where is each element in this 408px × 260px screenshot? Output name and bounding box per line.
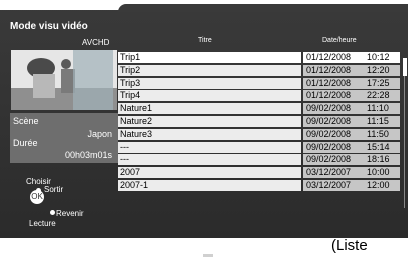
row-time: 11:50 bbox=[365, 128, 400, 140]
duration-label: Durée bbox=[13, 138, 38, 148]
table-row[interactable]: Trip2 01/12/2008 12:20 bbox=[118, 64, 400, 76]
mode-title: Mode visu vidéo bbox=[10, 21, 88, 32]
row-time: 15:14 bbox=[365, 141, 400, 153]
row-date: 01/12/2008 bbox=[303, 64, 365, 76]
video-mode-screen: Mode visu vidéo AVCHD Scène Japon Durée … bbox=[0, 0, 408, 238]
row-date: 09/02/2008 bbox=[303, 103, 365, 115]
row-date: 09/02/2008 bbox=[303, 141, 365, 153]
row-title: Trip1 bbox=[118, 52, 301, 63]
row-time: 17:25 bbox=[365, 77, 400, 89]
row-time: 10:00 bbox=[365, 167, 400, 179]
row-title: Nature3 bbox=[118, 128, 301, 140]
row-date: 09/02/2008 bbox=[303, 154, 365, 166]
row-date: 01/12/2008 bbox=[303, 52, 365, 63]
row-date: 01/12/2008 bbox=[303, 77, 365, 89]
duration-value: 00h03m01s bbox=[64, 150, 112, 160]
scroll-thumb[interactable] bbox=[403, 58, 407, 76]
row-title: --- bbox=[118, 141, 301, 153]
row-time: 10:12 bbox=[365, 52, 400, 63]
row-time: 12:00 bbox=[365, 179, 400, 191]
row-title: Nature1 bbox=[118, 103, 301, 115]
nav-play-label: Lecture bbox=[29, 219, 56, 228]
table-header: Titre Date/heure bbox=[118, 37, 400, 52]
row-date: 03/12/2007 bbox=[303, 167, 365, 179]
table-row[interactable]: Trip3 01/12/2008 17:25 bbox=[118, 77, 400, 89]
table-row[interactable]: 2007-1 03/12/2007 12:00 bbox=[118, 179, 400, 191]
table-row[interactable]: Nature2 09/02/2008 11:15 bbox=[118, 115, 400, 127]
row-title: Trip4 bbox=[118, 90, 301, 102]
format-badge: AVCHD bbox=[82, 38, 110, 47]
scene-info: Scène Japon Durée 00h03m01s bbox=[10, 113, 118, 163]
nav-exit-label: Sortir bbox=[44, 185, 64, 194]
row-title: --- bbox=[118, 154, 301, 166]
scene-value: Japon bbox=[87, 129, 112, 139]
row-date: 09/02/2008 bbox=[303, 115, 365, 127]
row-title: 2007 bbox=[118, 167, 301, 179]
scene-table: Titre Date/heure Trip1 01/12/2008 10:12 Tri… bbox=[118, 37, 400, 193]
page-caption: (Liste bbox=[331, 237, 368, 254]
row-title: 2007-1 bbox=[118, 179, 301, 191]
row-date: 01/12/2008 bbox=[303, 90, 365, 102]
table-rows: Trip1 01/12/2008 10:12 Trip2 01/12/2008 12:20… bbox=[118, 52, 400, 191]
nav-guide: Choisir Sortir OK Revenir Lecture bbox=[6, 172, 116, 232]
table-row[interactable]: --- 09/02/2008 18:16 bbox=[118, 154, 400, 166]
list-tab bbox=[118, 4, 408, 12]
revenir-dot-icon bbox=[50, 210, 55, 215]
scrollbar[interactable] bbox=[403, 58, 408, 208]
top-band bbox=[0, 0, 408, 12]
row-date: 03/12/2007 bbox=[303, 179, 365, 191]
table-row[interactable]: 2007 03/12/2007 10:00 bbox=[118, 167, 400, 179]
table-row[interactable]: Nature1 09/02/2008 11:10 bbox=[118, 103, 400, 115]
page-mark bbox=[203, 254, 213, 257]
column-title: Titre bbox=[198, 37, 212, 44]
dpad-ok-icon[interactable]: OK bbox=[30, 190, 44, 204]
scroll-track bbox=[404, 58, 405, 208]
row-time: 11:15 bbox=[365, 115, 400, 127]
row-time: 22:28 bbox=[365, 90, 400, 102]
table-row[interactable]: Nature3 09/02/2008 11:50 bbox=[118, 128, 400, 140]
scene-label: Scène bbox=[13, 116, 39, 126]
row-time: 18:16 bbox=[365, 154, 400, 166]
row-title: Trip2 bbox=[118, 64, 301, 76]
table-row[interactable]: Trip1 01/12/2008 10:12 bbox=[118, 52, 400, 63]
row-time: 11:10 bbox=[365, 103, 400, 115]
table-row[interactable]: Trip4 01/12/2008 22:28 bbox=[118, 90, 400, 102]
row-title: Trip3 bbox=[118, 77, 301, 89]
thumbnail-image bbox=[11, 50, 117, 110]
row-time: 12:20 bbox=[365, 64, 400, 76]
row-title: Nature2 bbox=[118, 115, 301, 127]
table-row[interactable]: --- 09/02/2008 15:14 bbox=[118, 141, 400, 153]
column-date: Date/heure bbox=[322, 37, 357, 44]
nav-return-label: Revenir bbox=[56, 209, 84, 218]
scene-thumbnail bbox=[11, 50, 117, 110]
row-date: 09/02/2008 bbox=[303, 128, 365, 140]
